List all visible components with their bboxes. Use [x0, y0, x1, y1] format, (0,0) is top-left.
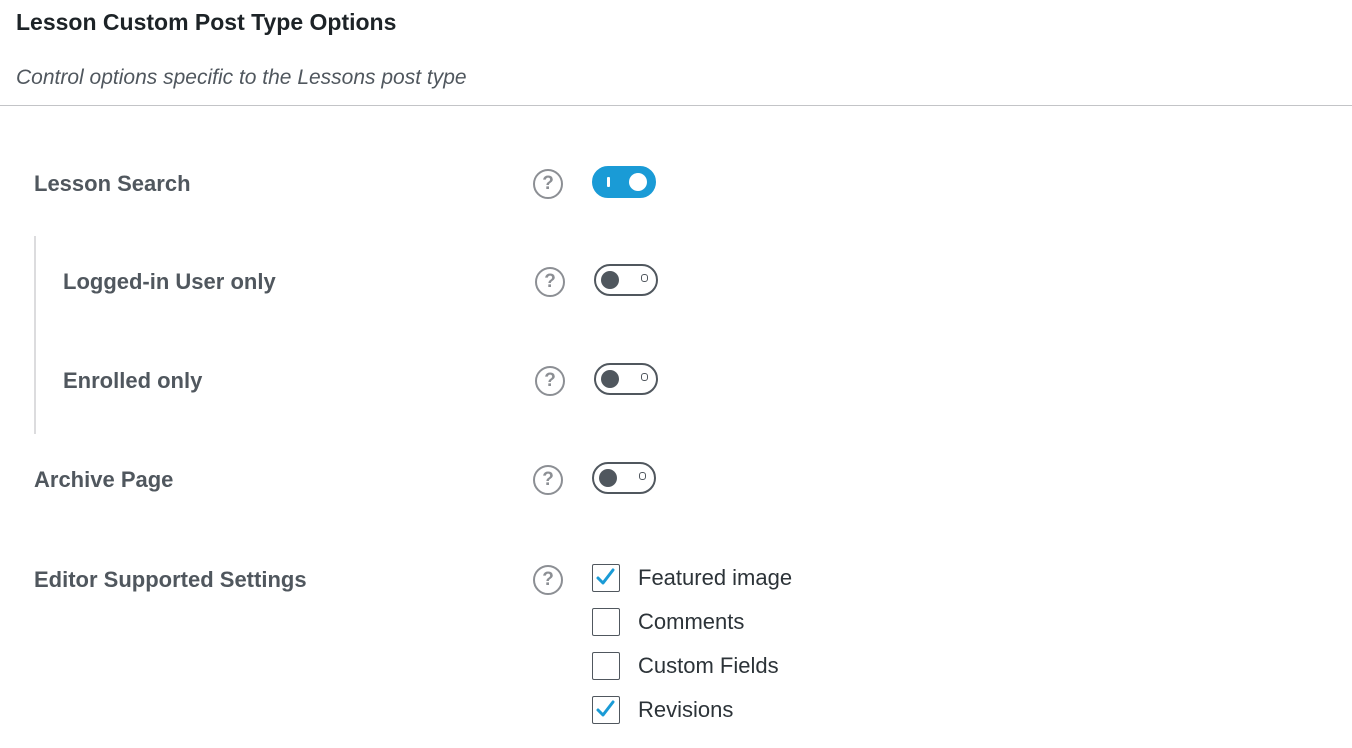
archive-page-label: Archive Page	[34, 467, 174, 492]
archive-page-toggle[interactable]	[592, 462, 656, 494]
setting-row-enrolled-only: Enrolled only ?	[0, 363, 1352, 399]
enrolled-only-label: Enrolled only	[63, 368, 203, 393]
setting-row-logged-in-only: Logged-in User only ?	[0, 264, 1352, 300]
help-icon[interactable]: ?	[535, 366, 565, 396]
custom-fields-checkbox[interactable]	[592, 652, 620, 680]
toggle-knob	[629, 173, 647, 191]
lesson-search-label: Lesson Search	[34, 171, 191, 196]
comments-checkbox[interactable]	[592, 608, 620, 636]
featured-image-checkbox[interactable]	[592, 564, 620, 592]
section-header: Lesson Custom Post Type Options Control …	[0, 0, 1352, 106]
help-icon[interactable]: ?	[533, 565, 563, 595]
checkbox-featured-image[interactable]: Featured image	[592, 564, 892, 592]
editor-supported-label: Editor Supported Settings	[34, 567, 307, 592]
checkbox-label: Comments	[638, 609, 745, 634]
section-title: Lesson Custom Post Type Options	[16, 9, 397, 35]
toggle-off-mark-icon	[641, 274, 648, 282]
revisions-checkbox[interactable]	[592, 696, 620, 724]
toggle-knob	[601, 271, 619, 289]
setting-row-archive-page: Archive Page ?	[0, 462, 1352, 498]
checkbox-comments[interactable]: Comments	[592, 608, 892, 636]
checkbox-label: Custom Fields	[638, 653, 779, 678]
checkbox-label: Revisions	[638, 697, 734, 722]
setting-row-lesson-search: Lesson Search ?	[0, 166, 1352, 202]
logged-in-only-toggle[interactable]	[594, 264, 658, 296]
section-description: Control options specific to the Lessons …	[16, 66, 467, 89]
checkbox-label: Featured image	[638, 565, 793, 590]
lesson-search-toggle[interactable]	[592, 166, 656, 198]
toggle-on-mark-icon	[607, 177, 610, 187]
checkmark-icon	[596, 568, 615, 585]
logged-in-only-label: Logged-in User only	[63, 269, 276, 294]
toggle-knob	[601, 370, 619, 388]
checkbox-custom-fields[interactable]: Custom Fields	[592, 652, 892, 680]
toggle-knob	[599, 469, 617, 487]
help-icon[interactable]: ?	[533, 465, 563, 495]
checkbox-revisions[interactable]: Revisions	[592, 696, 892, 724]
toggle-off-mark-icon	[641, 373, 648, 381]
help-icon[interactable]: ?	[535, 267, 565, 297]
checkmark-icon	[596, 700, 615, 717]
enrolled-only-toggle[interactable]	[594, 363, 658, 395]
help-icon[interactable]: ?	[533, 169, 563, 199]
toggle-off-mark-icon	[639, 472, 646, 480]
